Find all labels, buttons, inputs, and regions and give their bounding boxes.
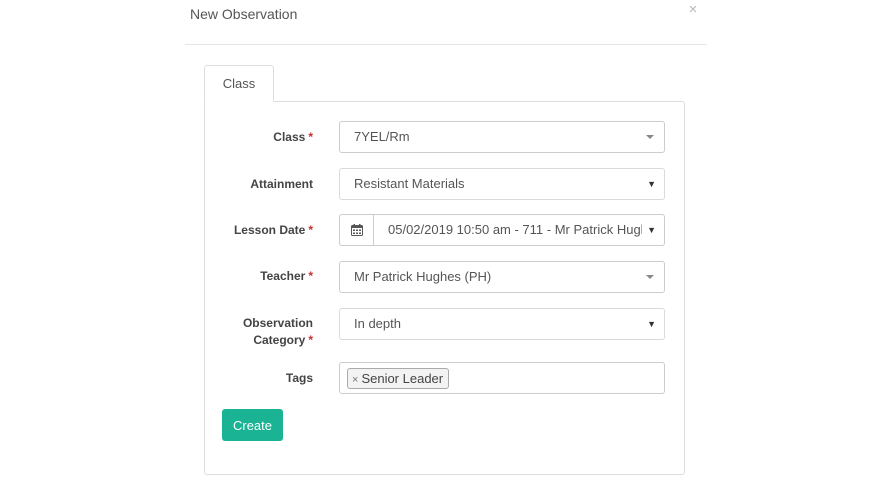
class-select[interactable]: 7YEL/Rm [339, 121, 665, 153]
caret-down-icon: ▼ [647, 225, 656, 235]
lesson-date-group: 05/02/2019 10:50 am - 711 - Mr Patrick H… [339, 214, 665, 246]
tags-label: Tags [285, 371, 313, 385]
caret-down-icon: ▼ [647, 319, 656, 329]
teacher-select[interactable]: Mr Patrick Hughes (PH) [339, 261, 665, 293]
class-label: Class * [273, 130, 313, 144]
tab-class[interactable]: Class [204, 65, 274, 102]
header-divider [185, 44, 707, 45]
observation-category-select[interactable]: In depth ▼ [339, 308, 665, 340]
teacher-label: Teacher * [260, 269, 313, 283]
close-icon[interactable]: × [686, 2, 700, 17]
caret-down-icon: ▼ [647, 179, 656, 189]
new-observation-modal: New Observation × Class Class * 7YEL/Rm A… [0, 0, 890, 500]
lesson-date-select[interactable]: 05/02/2019 10:50 am - 711 - Mr Patrick H… [373, 214, 665, 246]
required-marker: * [308, 223, 313, 237]
teacher-select-value: Mr Patrick Hughes (PH) [354, 269, 492, 284]
create-button[interactable]: Create [222, 409, 283, 441]
required-marker: * [308, 333, 313, 347]
observation-category-value: In depth [354, 316, 401, 331]
lesson-date-value: 05/02/2019 10:50 am - 711 - Mr Patrick H… [388, 222, 642, 237]
remove-tag-icon[interactable]: × [352, 374, 358, 386]
chevron-down-icon [646, 135, 654, 139]
observation-category-label: Observation Category * [242, 316, 313, 347]
tag-chip-senior-leader: × Senior Leader [347, 368, 450, 389]
required-marker: * [308, 269, 313, 283]
modal-title: New Observation [190, 6, 298, 22]
required-marker: * [308, 130, 313, 144]
attainment-select[interactable]: Resistant Materials ▼ [339, 168, 665, 200]
tags-input[interactable]: × Senior Leader [339, 362, 665, 394]
class-select-value: 7YEL/Rm [354, 129, 410, 144]
lesson-date-label: Lesson Date * [233, 223, 313, 237]
tag-label: Senior Leader [361, 371, 444, 386]
chevron-down-icon [646, 275, 654, 279]
attainment-label: Attainment [250, 177, 313, 191]
calendar-icon[interactable] [339, 214, 374, 246]
attainment-select-value: Resistant Materials [354, 176, 465, 191]
